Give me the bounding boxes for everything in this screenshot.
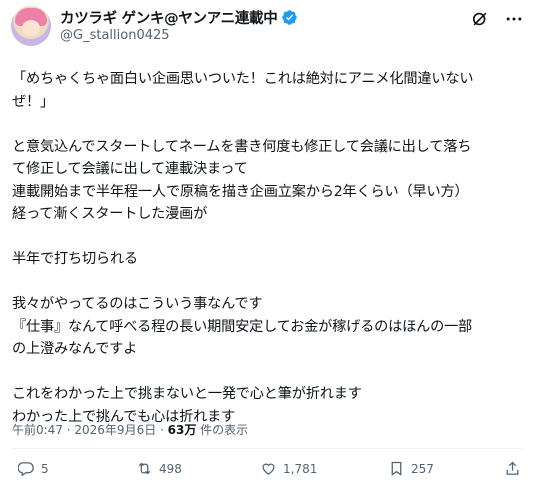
reply-count: 5 bbox=[41, 461, 49, 476]
author-display-name[interactable]: カツラギ ゲンキ@ヤンアニ連載中 bbox=[60, 7, 278, 28]
post-top-actions bbox=[470, 9, 524, 29]
reply-button[interactable]: 5 bbox=[18, 460, 49, 477]
share-button[interactable] bbox=[504, 460, 521, 477]
share-icon bbox=[506, 461, 519, 475]
heart-icon bbox=[262, 463, 275, 475]
post-text: 「めちゃくちゃ面白い企画思いついた！これは絶対にアニメ化間違いない ぜ！」 と意… bbox=[12, 71, 474, 425]
repost-count: 498 bbox=[159, 461, 182, 476]
verified-badge-icon bbox=[282, 9, 298, 25]
post-timestamp[interactable]: 午前0:47 · 2026年9月6日 · bbox=[12, 423, 168, 437]
author-avatar[interactable] bbox=[11, 6, 51, 46]
like-count: 1,781 bbox=[283, 461, 318, 476]
actions-divider bbox=[12, 448, 522, 449]
repost-icon bbox=[138, 462, 151, 475]
bookmark-count: 257 bbox=[411, 461, 434, 476]
bookmark-icon bbox=[391, 461, 402, 476]
view-count: 63万 bbox=[167, 423, 197, 437]
bookmark-button[interactable]: 257 bbox=[388, 460, 434, 477]
author-name-row: カツラギ ゲンキ@ヤンアニ連載中 bbox=[60, 7, 298, 28]
author-handle[interactable]: @G_stallion0425 bbox=[60, 28, 170, 43]
avatar-face bbox=[22, 20, 40, 36]
reply-icon bbox=[18, 462, 34, 477]
grok-icon[interactable] bbox=[470, 9, 490, 29]
like-button[interactable]: 1,781 bbox=[260, 460, 317, 477]
more-icon[interactable] bbox=[504, 9, 524, 29]
post-meta: 午前0:47 · 2026年9月6日 · 63万 件の表示 bbox=[12, 421, 248, 438]
repost-button[interactable]: 498 bbox=[136, 460, 182, 477]
view-count-label: 件の表示 bbox=[196, 423, 249, 437]
action-bar: 5 498 1,781 257 bbox=[12, 460, 522, 486]
